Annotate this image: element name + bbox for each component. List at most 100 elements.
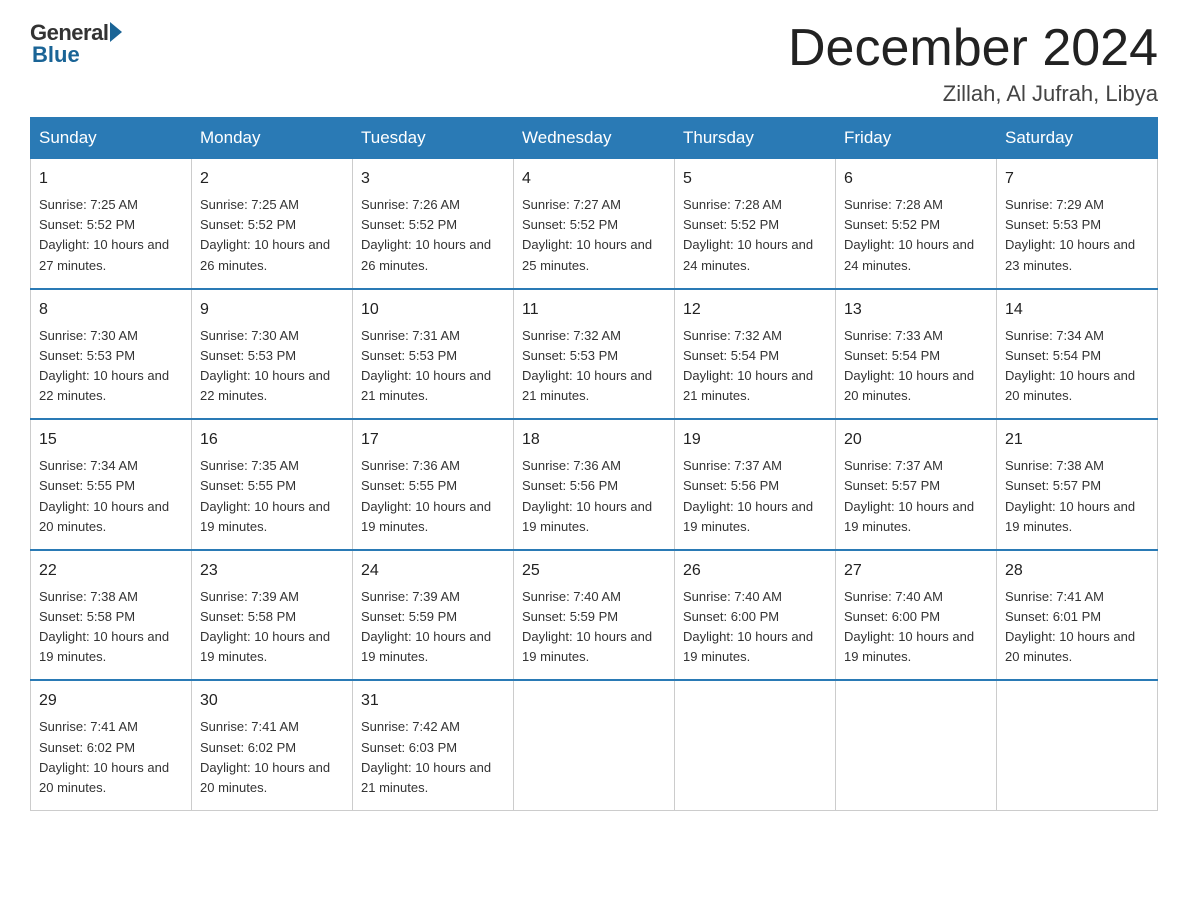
calendar-week-row: 29 Sunrise: 7:41 AMSunset: 6:02 PMDaylig…	[31, 680, 1158, 810]
day-info: Sunrise: 7:27 AMSunset: 5:52 PMDaylight:…	[522, 197, 652, 272]
day-number: 1	[39, 167, 183, 191]
day-number: 28	[1005, 559, 1149, 583]
day-number: 7	[1005, 167, 1149, 191]
calendar-table: Sunday Monday Tuesday Wednesday Thursday…	[30, 117, 1158, 811]
day-info: Sunrise: 7:35 AMSunset: 5:55 PMDaylight:…	[200, 458, 330, 533]
day-info: Sunrise: 7:36 AMSunset: 5:55 PMDaylight:…	[361, 458, 491, 533]
day-number: 4	[522, 167, 666, 191]
day-info: Sunrise: 7:41 AMSunset: 6:02 PMDaylight:…	[200, 719, 330, 794]
table-row: 11 Sunrise: 7:32 AMSunset: 5:53 PMDaylig…	[514, 289, 675, 420]
table-row: 6 Sunrise: 7:28 AMSunset: 5:52 PMDayligh…	[836, 159, 997, 289]
day-info: Sunrise: 7:32 AMSunset: 5:53 PMDaylight:…	[522, 328, 652, 403]
day-info: Sunrise: 7:42 AMSunset: 6:03 PMDaylight:…	[361, 719, 491, 794]
day-number: 13	[844, 298, 988, 322]
page-header: General Blue December 2024 Zillah, Al Ju…	[30, 20, 1158, 107]
day-info: Sunrise: 7:25 AMSunset: 5:52 PMDaylight:…	[200, 197, 330, 272]
day-number: 17	[361, 428, 505, 452]
table-row: 16 Sunrise: 7:35 AMSunset: 5:55 PMDaylig…	[192, 419, 353, 550]
day-info: Sunrise: 7:32 AMSunset: 5:54 PMDaylight:…	[683, 328, 813, 403]
day-number: 2	[200, 167, 344, 191]
day-number: 11	[522, 298, 666, 322]
table-row: 28 Sunrise: 7:41 AMSunset: 6:01 PMDaylig…	[997, 550, 1158, 681]
calendar-header-row: Sunday Monday Tuesday Wednesday Thursday…	[31, 118, 1158, 159]
table-row: 19 Sunrise: 7:37 AMSunset: 5:56 PMDaylig…	[675, 419, 836, 550]
month-title: December 2024	[788, 20, 1158, 77]
logo: General Blue	[30, 20, 122, 68]
day-info: Sunrise: 7:28 AMSunset: 5:52 PMDaylight:…	[844, 197, 974, 272]
header-monday: Monday	[192, 118, 353, 159]
day-info: Sunrise: 7:34 AMSunset: 5:55 PMDaylight:…	[39, 458, 169, 533]
location-subtitle: Zillah, Al Jufrah, Libya	[788, 81, 1158, 107]
title-area: December 2024 Zillah, Al Jufrah, Libya	[788, 20, 1158, 107]
logo-arrow-icon	[110, 22, 122, 42]
day-number: 21	[1005, 428, 1149, 452]
table-row: 23 Sunrise: 7:39 AMSunset: 5:58 PMDaylig…	[192, 550, 353, 681]
table-row: 5 Sunrise: 7:28 AMSunset: 5:52 PMDayligh…	[675, 159, 836, 289]
table-row: 27 Sunrise: 7:40 AMSunset: 6:00 PMDaylig…	[836, 550, 997, 681]
header-thursday: Thursday	[675, 118, 836, 159]
table-row	[675, 680, 836, 810]
table-row: 12 Sunrise: 7:32 AMSunset: 5:54 PMDaylig…	[675, 289, 836, 420]
calendar-week-row: 8 Sunrise: 7:30 AMSunset: 5:53 PMDayligh…	[31, 289, 1158, 420]
table-row	[836, 680, 997, 810]
day-number: 10	[361, 298, 505, 322]
day-info: Sunrise: 7:34 AMSunset: 5:54 PMDaylight:…	[1005, 328, 1135, 403]
table-row: 26 Sunrise: 7:40 AMSunset: 6:00 PMDaylig…	[675, 550, 836, 681]
day-number: 25	[522, 559, 666, 583]
table-row: 8 Sunrise: 7:30 AMSunset: 5:53 PMDayligh…	[31, 289, 192, 420]
calendar-week-row: 15 Sunrise: 7:34 AMSunset: 5:55 PMDaylig…	[31, 419, 1158, 550]
table-row: 25 Sunrise: 7:40 AMSunset: 5:59 PMDaylig…	[514, 550, 675, 681]
table-row: 13 Sunrise: 7:33 AMSunset: 5:54 PMDaylig…	[836, 289, 997, 420]
table-row: 21 Sunrise: 7:38 AMSunset: 5:57 PMDaylig…	[997, 419, 1158, 550]
day-number: 12	[683, 298, 827, 322]
table-row: 17 Sunrise: 7:36 AMSunset: 5:55 PMDaylig…	[353, 419, 514, 550]
day-info: Sunrise: 7:41 AMSunset: 6:01 PMDaylight:…	[1005, 589, 1135, 664]
day-info: Sunrise: 7:25 AMSunset: 5:52 PMDaylight:…	[39, 197, 169, 272]
table-row: 1 Sunrise: 7:25 AMSunset: 5:52 PMDayligh…	[31, 159, 192, 289]
day-info: Sunrise: 7:29 AMSunset: 5:53 PMDaylight:…	[1005, 197, 1135, 272]
day-info: Sunrise: 7:37 AMSunset: 5:57 PMDaylight:…	[844, 458, 974, 533]
day-number: 20	[844, 428, 988, 452]
day-info: Sunrise: 7:36 AMSunset: 5:56 PMDaylight:…	[522, 458, 652, 533]
header-saturday: Saturday	[997, 118, 1158, 159]
day-number: 30	[200, 689, 344, 713]
day-info: Sunrise: 7:26 AMSunset: 5:52 PMDaylight:…	[361, 197, 491, 272]
day-number: 26	[683, 559, 827, 583]
day-info: Sunrise: 7:39 AMSunset: 5:59 PMDaylight:…	[361, 589, 491, 664]
table-row: 7 Sunrise: 7:29 AMSunset: 5:53 PMDayligh…	[997, 159, 1158, 289]
day-info: Sunrise: 7:30 AMSunset: 5:53 PMDaylight:…	[200, 328, 330, 403]
day-info: Sunrise: 7:40 AMSunset: 6:00 PMDaylight:…	[844, 589, 974, 664]
day-number: 8	[39, 298, 183, 322]
day-info: Sunrise: 7:40 AMSunset: 6:00 PMDaylight:…	[683, 589, 813, 664]
day-info: Sunrise: 7:33 AMSunset: 5:54 PMDaylight:…	[844, 328, 974, 403]
table-row: 4 Sunrise: 7:27 AMSunset: 5:52 PMDayligh…	[514, 159, 675, 289]
calendar-week-row: 22 Sunrise: 7:38 AMSunset: 5:58 PMDaylig…	[31, 550, 1158, 681]
header-friday: Friday	[836, 118, 997, 159]
day-number: 23	[200, 559, 344, 583]
day-info: Sunrise: 7:39 AMSunset: 5:58 PMDaylight:…	[200, 589, 330, 664]
day-info: Sunrise: 7:28 AMSunset: 5:52 PMDaylight:…	[683, 197, 813, 272]
table-row: 24 Sunrise: 7:39 AMSunset: 5:59 PMDaylig…	[353, 550, 514, 681]
table-row: 29 Sunrise: 7:41 AMSunset: 6:02 PMDaylig…	[31, 680, 192, 810]
table-row: 15 Sunrise: 7:34 AMSunset: 5:55 PMDaylig…	[31, 419, 192, 550]
header-tuesday: Tuesday	[353, 118, 514, 159]
header-wednesday: Wednesday	[514, 118, 675, 159]
day-info: Sunrise: 7:38 AMSunset: 5:58 PMDaylight:…	[39, 589, 169, 664]
day-info: Sunrise: 7:30 AMSunset: 5:53 PMDaylight:…	[39, 328, 169, 403]
table-row: 20 Sunrise: 7:37 AMSunset: 5:57 PMDaylig…	[836, 419, 997, 550]
table-row: 22 Sunrise: 7:38 AMSunset: 5:58 PMDaylig…	[31, 550, 192, 681]
day-number: 19	[683, 428, 827, 452]
table-row: 30 Sunrise: 7:41 AMSunset: 6:02 PMDaylig…	[192, 680, 353, 810]
table-row: 10 Sunrise: 7:31 AMSunset: 5:53 PMDaylig…	[353, 289, 514, 420]
day-number: 24	[361, 559, 505, 583]
table-row: 18 Sunrise: 7:36 AMSunset: 5:56 PMDaylig…	[514, 419, 675, 550]
table-row	[997, 680, 1158, 810]
day-info: Sunrise: 7:41 AMSunset: 6:02 PMDaylight:…	[39, 719, 169, 794]
table-row	[514, 680, 675, 810]
day-number: 31	[361, 689, 505, 713]
logo-blue-text: Blue	[30, 42, 80, 68]
table-row: 14 Sunrise: 7:34 AMSunset: 5:54 PMDaylig…	[997, 289, 1158, 420]
day-number: 5	[683, 167, 827, 191]
table-row: 9 Sunrise: 7:30 AMSunset: 5:53 PMDayligh…	[192, 289, 353, 420]
table-row: 31 Sunrise: 7:42 AMSunset: 6:03 PMDaylig…	[353, 680, 514, 810]
